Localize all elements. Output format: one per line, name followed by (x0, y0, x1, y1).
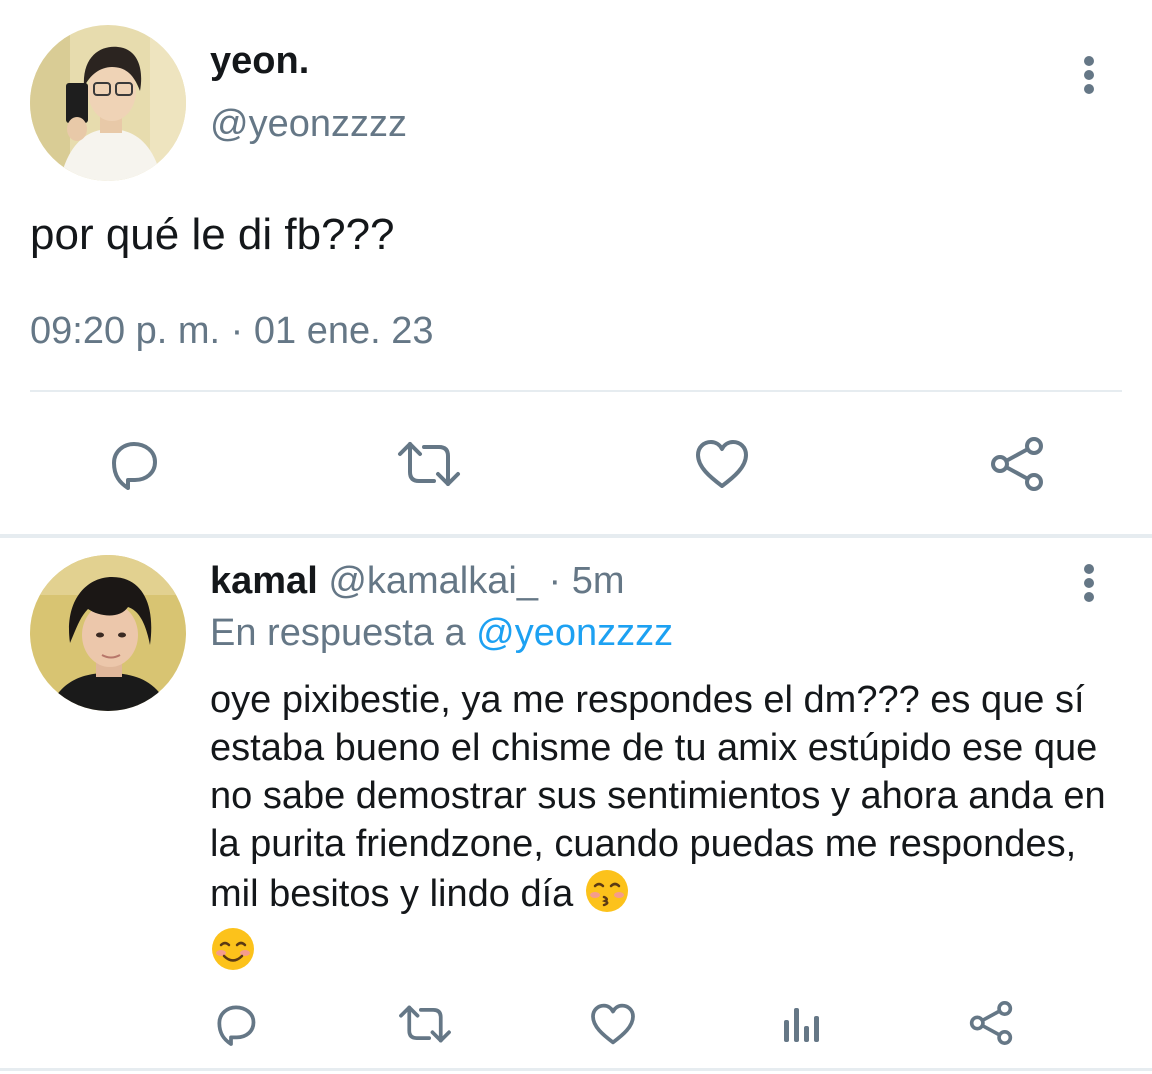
share-icon[interactable] (986, 434, 1048, 494)
section-separator (0, 534, 1152, 538)
smiling-face-emoji (210, 926, 256, 984)
reply-prefix: En respuesta a (210, 612, 466, 654)
retweet-icon[interactable] (394, 436, 464, 492)
retweet-icon[interactable] (396, 1000, 454, 1048)
reply-icon[interactable] (104, 436, 164, 492)
divider (0, 1068, 1152, 1071)
reply-header: kamal @kamalkai_ · 5m (210, 560, 625, 603)
reply-icon[interactable] (211, 1000, 261, 1048)
display-name[interactable]: yeon. (210, 40, 309, 83)
relative-time[interactable]: 5m (572, 560, 625, 602)
user-handle[interactable]: @yeonzzzz (210, 103, 407, 146)
user-handle[interactable]: @kamalkai_ (328, 560, 538, 602)
divider (30, 390, 1122, 392)
tweet-text: por qué le di fb??? (30, 210, 395, 259)
reply-context: En respuesta a @yeonzzzz (210, 612, 673, 655)
analytics-icon[interactable] (780, 1002, 824, 1046)
more-options-icon[interactable] (1069, 558, 1109, 608)
reply-avatar[interactable] (30, 555, 186, 711)
reply-body: oye pixibestie, ya me respondes el dm???… (210, 679, 1106, 915)
separator: · (548, 560, 562, 602)
reply-text: oye pixibestie, ya me respondes el dm???… (210, 676, 1120, 984)
like-icon[interactable] (692, 436, 752, 492)
avatar[interactable] (30, 25, 186, 181)
mention-link[interactable]: @yeonzzzz (476, 612, 673, 654)
tweet-timestamp[interactable]: 09:20 p. m. · 01 ene. 23 (30, 310, 434, 353)
main-tweet: yeon. @yeonzzzz por qué le di fb??? 09:2… (0, 0, 1152, 534)
like-icon[interactable] (588, 1000, 638, 1048)
more-options-icon[interactable] (1069, 50, 1109, 100)
kissing-face-emoji (584, 868, 630, 926)
display-name[interactable]: kamal (210, 560, 318, 602)
share-icon[interactable] (966, 998, 1016, 1048)
